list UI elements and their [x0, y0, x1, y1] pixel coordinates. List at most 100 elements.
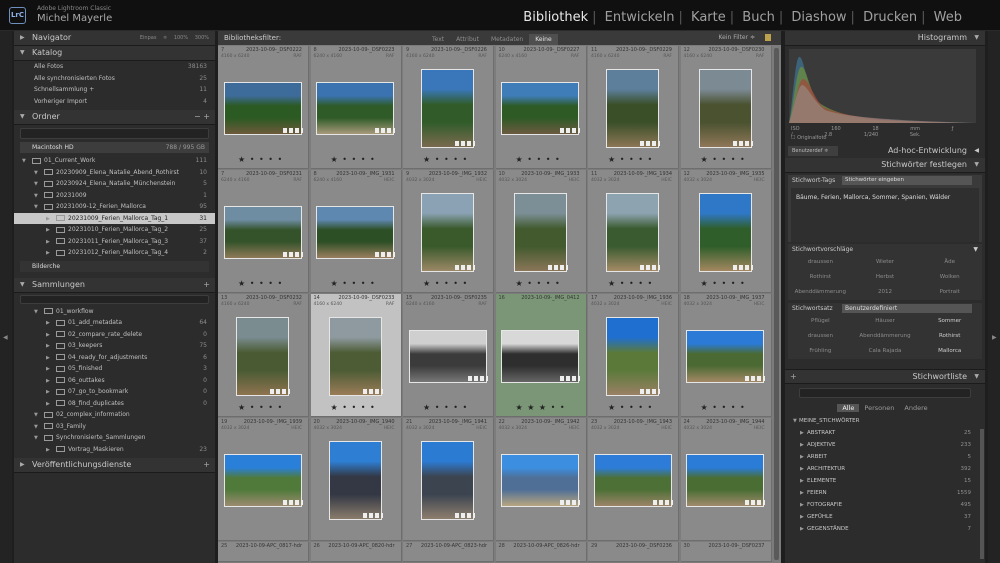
star-rating[interactable]: ★ • • • • [701, 279, 746, 288]
keyword-root[interactable]: ▼ MEINE_STICHWÖRTER [785, 415, 985, 427]
chevron-right-icon[interactable]: ▶ [800, 451, 804, 463]
keywords-textarea[interactable]: Bäume, Ferien, Mallorca, Sommer, Spanien… [791, 188, 979, 242]
catalog-item[interactable]: Schnellsammlung + 11 [14, 84, 215, 96]
thumbnail-cell[interactable]: 27 2023-10-09-APC_0823-hdr [403, 542, 494, 562]
original-photo-checkbox[interactable]: ☐ Originalfoto [791, 135, 826, 141]
thumbnail-cell[interactable]: 9 2023-10-09-_DSF0226 4160 x 6240 RAF ★ • • … [403, 46, 494, 169]
star-rating[interactable]: ★ • • • • [238, 403, 283, 412]
collections-header[interactable]: ▼ Sammlungen + [14, 277, 215, 293]
thumbnail-image[interactable] [421, 440, 474, 520]
module-buch[interactable]: Buch [738, 10, 779, 25]
thumbnail-image[interactable] [236, 316, 289, 396]
star-rating[interactable]: ★ • • • • [516, 279, 561, 288]
suggestion-keyword[interactable]: Herbst [853, 270, 918, 285]
suggestion-keyword[interactable]: draussen [788, 255, 853, 270]
disclosure-icon[interactable]: ▶ [46, 248, 56, 260]
thumbnail-cell[interactable]: 21 2023-10-09-_IMG_1941 4032 x 3024 HEIC [403, 418, 494, 541]
thumbnail-cell[interactable]: 8 2023-10-09-_IMG_1931 6240 x 4160 HEIC ★ • … [310, 170, 402, 293]
lock-icon[interactable] [765, 34, 771, 41]
star-rating[interactable]: ★ • • • • [331, 279, 376, 288]
thumbnail-cell[interactable]: 12 2023-10-09-_IMG_1935 4032 x 3024 HEIC ★ •… [680, 170, 772, 293]
filter-preset-select[interactable]: Kein Filter ≑ [719, 31, 756, 45]
thumbnail-cell[interactable]: 14 2023-10-09-_DSF0233 4160 x 6240 RAF ★ • •… [310, 294, 402, 417]
thumbnail-image[interactable] [421, 68, 474, 148]
add-collection-icon[interactable]: + [203, 278, 210, 292]
keyword-set-keyword[interactable]: Häuser [853, 314, 918, 329]
keyword-item[interactable]: ▶ ABSTRAKT 25 [785, 427, 985, 439]
folder-item[interactable]: ▶ 20231011_Ferien_Mallorca_Tag_3 37 [14, 236, 215, 248]
module-diashow[interactable]: Diashow [787, 10, 850, 25]
folder-search-input[interactable] [20, 128, 209, 139]
collection-item[interactable]: ▶ 08_find_duplicates 0 [14, 398, 215, 410]
thumbnail-cell[interactable]: 8 2023-10-09-_DSF0223 6240 x 4160 RAF ★ • • … [310, 46, 402, 169]
thumbnail-image[interactable] [421, 192, 474, 272]
collection-item[interactable]: ▼ Synchronisierte_Sammlungen [14, 432, 215, 444]
thumbnail-image[interactable] [328, 316, 382, 396]
suggestion-keyword[interactable]: 2012 [853, 285, 918, 300]
right-scrollbar[interactable] [980, 429, 984, 559]
keyword-item[interactable]: ▶ ADJEKTIVE 233 [785, 439, 985, 451]
thumbnail-cell[interactable]: 17 2023-10-09-_IMG_1936 4032 x 3024 HEIC ★ •… [588, 294, 679, 417]
right-panel-toggle[interactable]: ▶ [988, 31, 1000, 563]
collection-item[interactable]: ▼ 03_Family [14, 421, 215, 433]
catalog-header[interactable]: ▼ Katalog [14, 46, 215, 61]
star-rating[interactable]: ★ • • • • [238, 155, 283, 164]
thumbnail-cell[interactable]: 10 2023-10-09-_DSF0227 6240 x 4160 RAF ★ • •… [495, 46, 587, 169]
suggestion-keyword[interactable]: Wolken [917, 270, 982, 285]
grid-scrollbar[interactable] [774, 48, 779, 560]
quick-develop-header[interactable]: Benutzerdef ≑ Ad-hoc-Entwicklung ◀ [785, 144, 985, 158]
star-rating[interactable]: ★ • • • • [608, 403, 653, 412]
thumbnail-cell[interactable]: 16 2023-10-09-_IMG_0412 ★ ★ ★ • • [495, 294, 587, 417]
star-rating[interactable]: ★ • • • • [331, 155, 376, 164]
left-panel-toggle[interactable]: ◀ [0, 31, 12, 563]
star-rating[interactable]: ★ • • • • [608, 279, 653, 288]
keyword-set-keyword[interactable]: Cala Rajada [853, 344, 918, 359]
collection-item[interactable]: ▶ 03_keepers 75 [14, 340, 215, 352]
folder-item[interactable]: ▶ 20231009_Ferien_Mallorca_Tag_1 31 [14, 212, 215, 224]
folder-item[interactable]: ▼ 20230909_Elena_Natalie_Abend_Rothirst 10 [14, 167, 215, 179]
module-drucken[interactable]: Drucken [859, 10, 921, 25]
star-rating[interactable]: ★ • • • • [423, 403, 468, 412]
folder-item[interactable]: ▼ 20231009-12_Ferien_Mallorca 95 [14, 201, 215, 213]
chevron-right-icon[interactable]: ▶ [800, 511, 804, 523]
navigator-zoom[interactable]: Einpas ≑ 100% 300% [140, 31, 209, 45]
star-rating[interactable]: ★ • • • • [608, 155, 653, 164]
collection-item[interactable]: ▶ 02_compare_rate_delete 0 [14, 329, 215, 341]
thumbnail-cell[interactable]: 9 2023-10-09-_IMG_1932 4032 x 3024 HEIC ★ • … [403, 170, 494, 293]
suggestion-keyword[interactable]: Äde [917, 255, 982, 270]
keyword-search-input[interactable] [799, 388, 971, 398]
thumbnail-cell[interactable]: 28 2023-10-09-APC_0826-hdr [495, 542, 587, 562]
filter-tab-attribute[interactable]: Attribut [450, 34, 485, 45]
collection-item[interactable]: ▶ 04_ready_for_adjustments 6 [14, 352, 215, 364]
suggestion-keyword[interactable]: Abenddämmerung [788, 285, 853, 300]
suggestion-keyword[interactable]: Portrait [917, 285, 982, 300]
chevron-right-icon[interactable]: ▶ [800, 523, 804, 535]
chevron-right-icon[interactable]: ▶ [800, 499, 804, 511]
thumbnail-cell[interactable]: 25 2023-10-09-APC_0817-hdr [218, 542, 309, 562]
thumbnail-image[interactable] [328, 440, 382, 520]
star-rating[interactable]: ★ • • • • [701, 403, 746, 412]
add-publish-icon[interactable]: + [203, 458, 210, 472]
keyword-item[interactable]: ▶ ELEMENTE 15 [785, 475, 985, 487]
star-rating[interactable]: ★ • • • • [238, 279, 283, 288]
keyword-set-select[interactable]: Benutzerdefiniert [842, 304, 972, 313]
folders-footer[interactable]: Bilderche [20, 260, 209, 272]
star-rating[interactable]: ★ • • • • [331, 403, 376, 412]
thumbnail-image[interactable] [606, 68, 659, 148]
thumbnail-cell[interactable]: 18 2023-10-09-_IMG_1937 4032 x 3024 HEIC ★ •… [680, 294, 772, 417]
keyword-set-keyword[interactable]: Sommer [917, 314, 982, 329]
thumbnail-cell[interactable]: 23 2023-10-09-_IMG_1943 4032 x 3024 HEIC [588, 418, 679, 541]
thumbnail-cell[interactable]: 7 2023-10-09-_DSF0231 6240 x 4160 RAF ★ • • … [218, 170, 309, 293]
chevron-right-icon[interactable]: ▶ [800, 475, 804, 487]
keyword-item[interactable]: ▶ ARCHITEKTUR 392 [785, 463, 985, 475]
thumbnail-cell[interactable]: 11 2023-10-09-_IMG_1934 4032 x 3024 HEIC ★ •… [588, 170, 679, 293]
keyword-item[interactable]: ▶ GEGENSTÄNDE 7 [785, 523, 985, 535]
filter-tab-metadata[interactable]: Metadaten [485, 34, 529, 45]
collection-item[interactable]: ▶ 07_go_to_bookmark 0 [14, 386, 215, 398]
thumbnail-cell[interactable]: 12 2023-10-09-_DSF0230 4160 x 6240 RAF ★ • •… [680, 46, 772, 169]
keyword-tags-select[interactable]: Stichwörter eingeben [842, 176, 972, 185]
suggestion-keyword[interactable]: Wieter [853, 255, 918, 270]
thumbnail-cell[interactable]: 15 2023-10-09-_DSF0235 6240 x 4160 RAF ★ • •… [403, 294, 494, 417]
folders-header[interactable]: ▼ Ordner − + [14, 110, 215, 125]
add-folder-icon[interactable]: − + [194, 110, 210, 124]
